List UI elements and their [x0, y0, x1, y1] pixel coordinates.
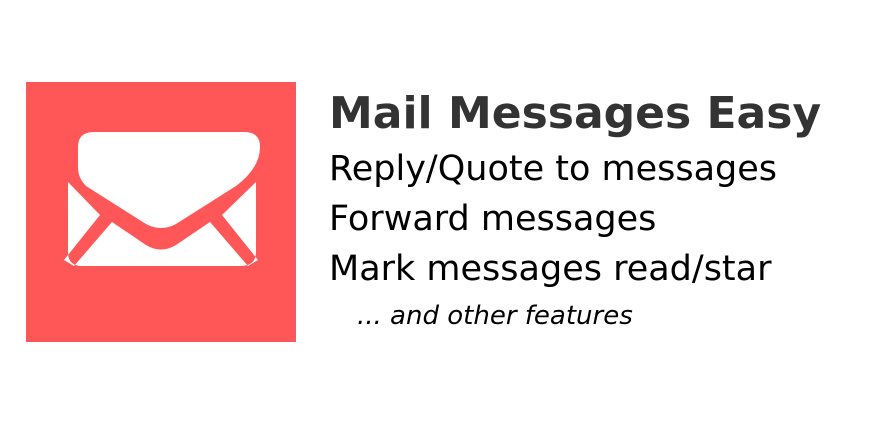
- app-logo-tile: [26, 82, 296, 342]
- envelope-icon: [64, 132, 260, 266]
- app-title: Mail Messages Easy: [329, 88, 822, 139]
- more-features-note: ... and other features: [357, 301, 633, 331]
- feature-item-mark: Mark messages read/star: [329, 249, 772, 289]
- feature-item-forward: Forward messages: [329, 199, 657, 239]
- feature-item-reply: Reply/Quote to messages: [329, 149, 778, 189]
- description-block: Mail Messages Easy Reply/Quote to messag…: [329, 84, 869, 334]
- feature-list: Reply/Quote to messages Forward messages…: [329, 144, 869, 294]
